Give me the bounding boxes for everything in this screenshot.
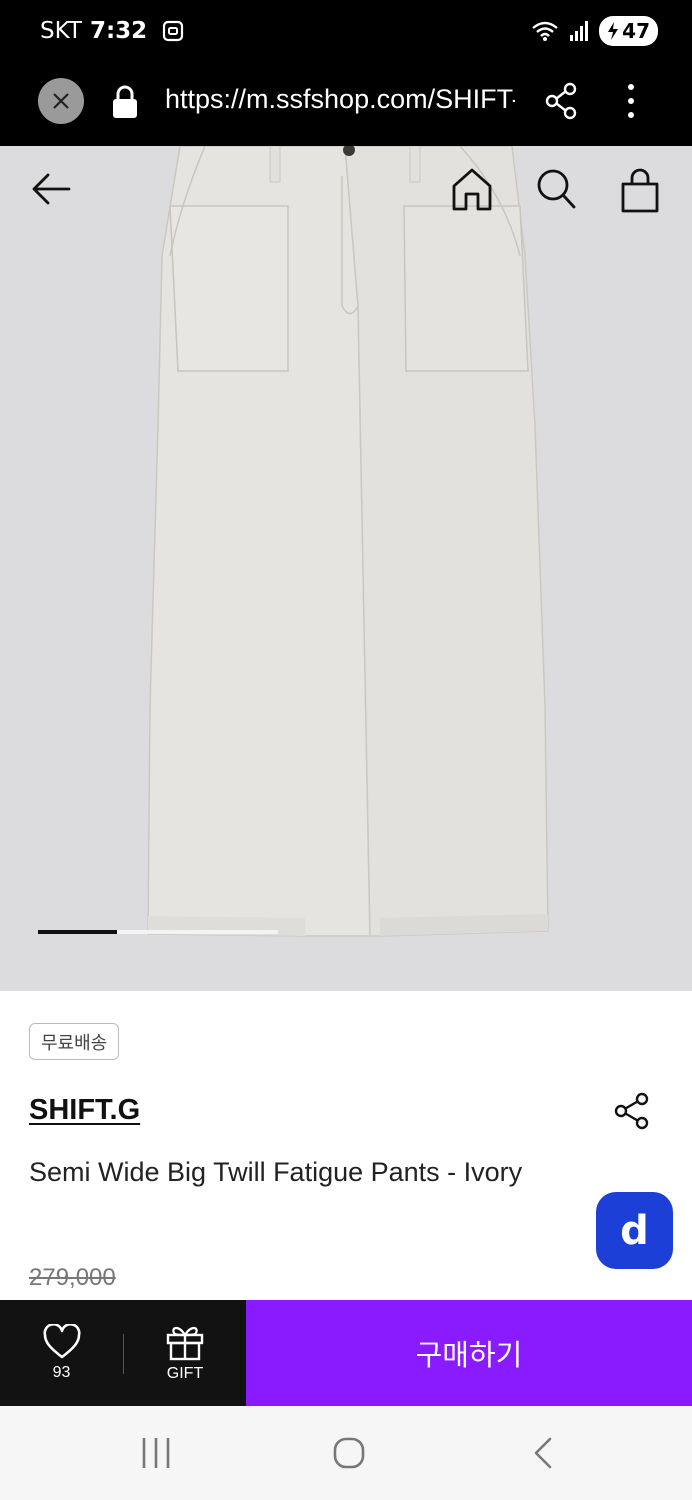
share-icon[interactable] bbox=[544, 82, 578, 120]
shopping-bag-icon[interactable] bbox=[618, 166, 662, 214]
status-right: 47 bbox=[531, 16, 658, 46]
gallery-progress-fill bbox=[38, 930, 118, 934]
gift-icon bbox=[166, 1326, 204, 1361]
close-icon bbox=[53, 93, 69, 109]
browser-toolbar: https://m.ssfshop.com/SHIFT-G bbox=[0, 66, 692, 146]
clock-time: 7:32 bbox=[89, 18, 148, 44]
heart-icon bbox=[42, 1324, 81, 1359]
home-circle-icon[interactable] bbox=[332, 1436, 366, 1470]
purchase-action-bar: 93 GIFT 구매하기 bbox=[0, 1300, 692, 1406]
like-count: 93 bbox=[52, 1364, 71, 1381]
charging-icon bbox=[608, 22, 619, 40]
free-shipping-badge: 무료배송 bbox=[29, 1023, 120, 1060]
carrier-label: SKT bbox=[40, 18, 82, 44]
more-icon[interactable] bbox=[616, 82, 646, 120]
share-icon[interactable] bbox=[613, 1092, 651, 1130]
back-arrow-icon[interactable] bbox=[28, 166, 74, 212]
system-back-icon[interactable] bbox=[530, 1436, 556, 1470]
screenshot-icon bbox=[163, 20, 184, 42]
gift-label: GIFT bbox=[166, 1365, 204, 1382]
brand-link[interactable]: SHIFT.G bbox=[29, 1094, 140, 1127]
action-left-panel: 93 GIFT bbox=[0, 1300, 246, 1406]
gift-button[interactable]: GIFT bbox=[124, 1300, 246, 1406]
battery-level: 47 bbox=[622, 19, 650, 43]
product-name: Semi Wide Big Twill Fatigue Pants - Ivor… bbox=[29, 1157, 523, 1187]
original-price: 279,000 bbox=[29, 1264, 116, 1291]
floating-app-button[interactable]: d bbox=[596, 1192, 673, 1269]
gallery-progress-indicator bbox=[38, 930, 278, 934]
product-image-gallery[interactable] bbox=[0, 146, 692, 991]
status-bar: SKT 7:32 47 bbox=[0, 0, 692, 66]
search-icon[interactable] bbox=[534, 166, 578, 212]
recent-apps-icon[interactable] bbox=[140, 1436, 172, 1470]
system-navigation-bar bbox=[0, 1406, 692, 1500]
signal-icon bbox=[570, 21, 589, 41]
like-button[interactable]: 93 bbox=[0, 1300, 123, 1406]
battery-indicator: 47 bbox=[599, 16, 658, 46]
close-button[interactable] bbox=[38, 78, 84, 124]
product-image bbox=[147, 146, 549, 937]
home-icon[interactable] bbox=[450, 166, 494, 212]
buy-button[interactable]: 구매하기 bbox=[246, 1300, 692, 1406]
status-left: SKT 7:32 bbox=[40, 18, 185, 44]
lock-icon bbox=[113, 85, 137, 118]
url-field[interactable]: https://m.ssfshop.com/SHIFT-G bbox=[165, 84, 515, 115]
wifi-icon bbox=[532, 21, 558, 41]
